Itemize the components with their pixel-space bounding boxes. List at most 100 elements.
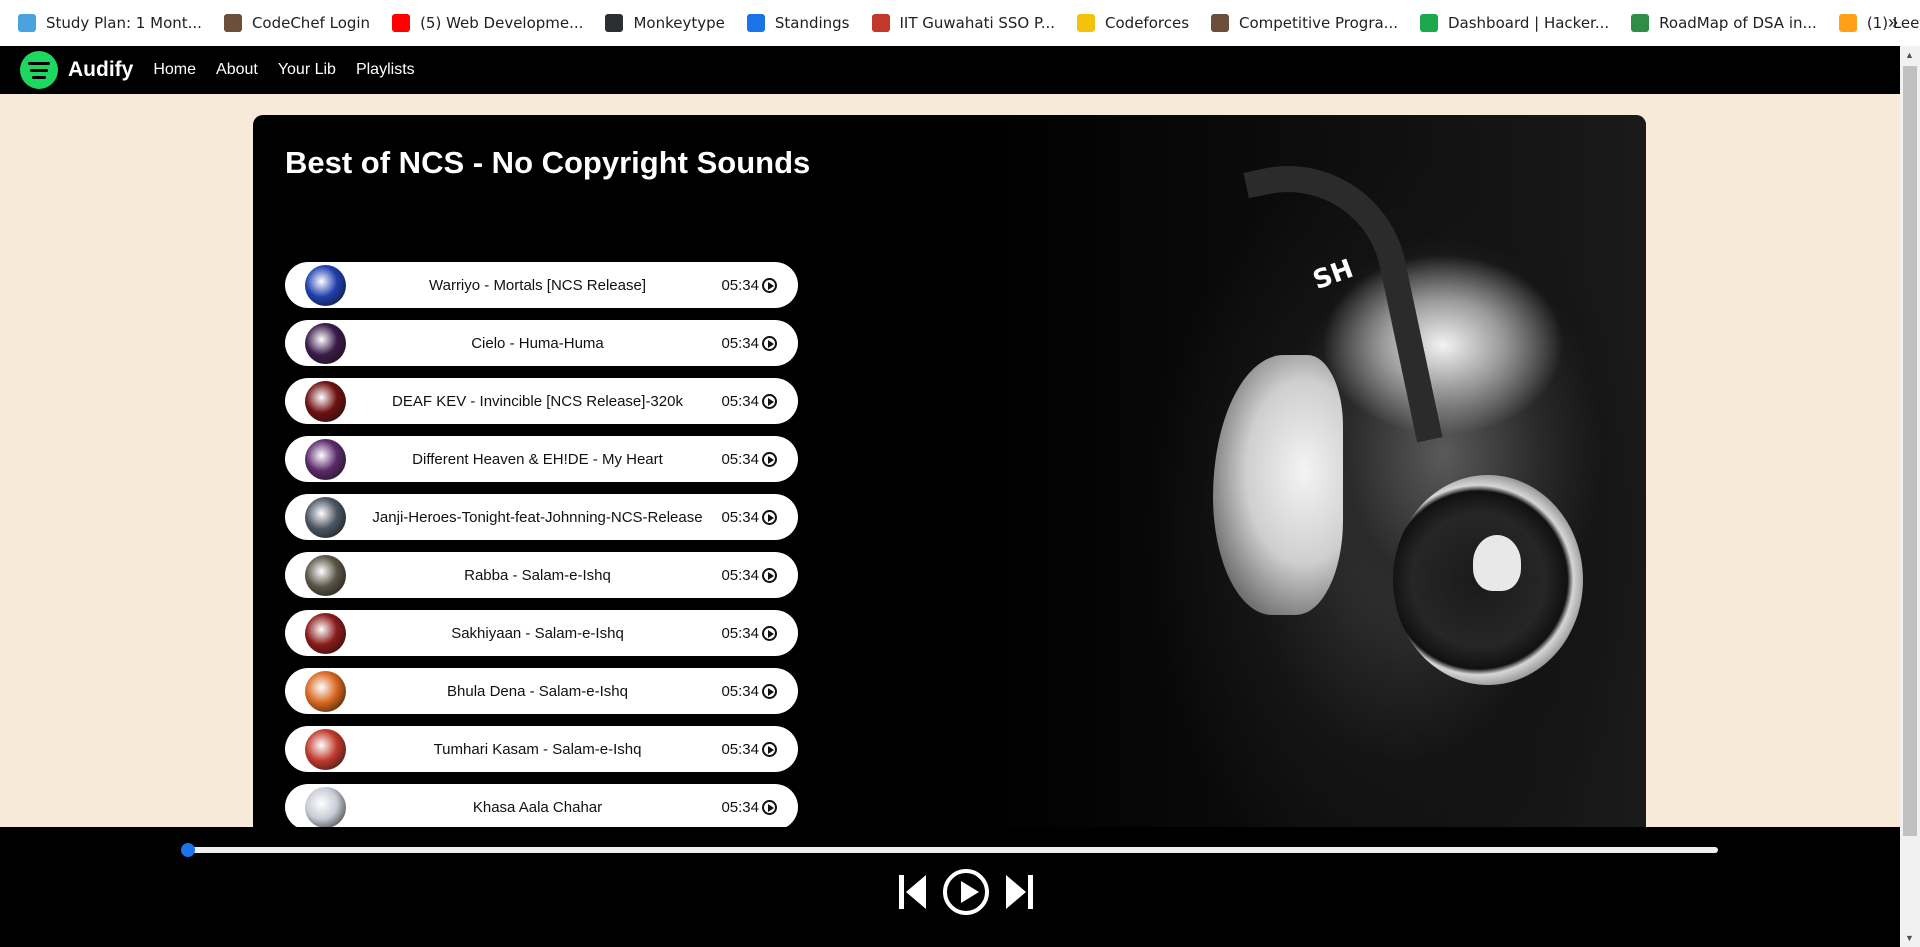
song-duration: 05:34 xyxy=(721,798,759,816)
bookmark-item[interactable]: Codeforces xyxy=(1077,14,1189,32)
bookmark-item[interactable]: RoadMap of DSA in... xyxy=(1631,14,1817,32)
progress-thumb[interactable] xyxy=(181,843,195,857)
bookmarks-bar: Study Plan: 1 Mont... CodeChef Login (5) W… xyxy=(0,0,1920,46)
song-item[interactable]: Janji-Heroes-Tonight-feat-Johnning-NCS-R… xyxy=(285,494,798,540)
song-name: Cielo - Huma-Huma xyxy=(471,334,604,352)
song-cover-image xyxy=(305,729,346,770)
page-scrollbar[interactable]: ▲ ▼ xyxy=(1900,46,1920,947)
hackerrank-icon xyxy=(1419,14,1438,32)
song-name: Tumhari Kasam - Salam-e-Ishq xyxy=(433,740,642,758)
song-item[interactable]: Warriyo - Mortals [NCS Release] 05:34 xyxy=(285,262,798,308)
song-name: Khasa Aala Chahar xyxy=(472,798,603,816)
player-bar xyxy=(0,827,1900,947)
previous-track-icon[interactable] xyxy=(895,869,941,915)
play-circle-icon[interactable] xyxy=(762,394,777,409)
play-circle-icon[interactable] xyxy=(762,626,777,641)
bookmark-item[interactable]: Study Plan: 1 Mont... xyxy=(18,14,202,32)
song-name: Sakhiyaan - Salam-e-Ishq xyxy=(451,624,624,642)
song-name: DEAF KEV - Invincible [NCS Release]-320k xyxy=(392,392,683,410)
play-circle-icon[interactable] xyxy=(762,742,777,757)
scroll-up-arrow-icon[interactable]: ▲ xyxy=(1905,50,1914,60)
bookmark-label: Codeforces xyxy=(1105,14,1190,32)
brand-name[interactable]: Audify xyxy=(68,58,133,82)
song-cover-image xyxy=(305,497,346,538)
song-name: Warriyo - Mortals [NCS Release] xyxy=(429,276,646,294)
youtube-icon xyxy=(392,14,411,32)
song-item[interactable]: Bhula Dena - Salam-e-Ishq 05:34 xyxy=(285,668,798,714)
scroll-thumb[interactable] xyxy=(1903,66,1917,836)
play-button-icon[interactable] xyxy=(943,869,989,915)
standings-icon xyxy=(746,14,765,32)
song-cover-image xyxy=(305,265,346,306)
song-item[interactable]: Tumhari Kasam - Salam-e-Ishq 05:34 xyxy=(285,726,798,772)
bookmark-label: RoadMap of DSA in... xyxy=(1659,14,1817,32)
play-circle-icon[interactable] xyxy=(762,568,777,583)
nav-link-home[interactable]: Home xyxy=(153,61,196,79)
song-item[interactable]: Khasa Aala Chahar 05:34 xyxy=(285,784,798,830)
song-cover-image xyxy=(305,381,346,422)
codechef-icon xyxy=(223,14,242,32)
song-name: Janji-Heroes-Tonight-feat-Johnning-NCS-R… xyxy=(372,508,703,526)
bookmark-item[interactable]: (5) Web Developme... xyxy=(392,14,583,32)
song-item[interactable]: Rabba - Salam-e-Ishq 05:34 xyxy=(285,552,798,598)
bookmark-item[interactable]: Monkeytype xyxy=(605,14,725,32)
nav-link-your-lib[interactable]: Your Lib xyxy=(278,61,336,79)
song-item[interactable]: Sakhiyaan - Salam-e-Ishq 05:34 xyxy=(285,610,798,656)
bookmark-item[interactable]: IIT Guwahati SSO P... xyxy=(871,14,1055,32)
song-item[interactable]: DEAF KEV - Invincible [NCS Release]-320k… xyxy=(285,378,798,424)
progress-slider[interactable] xyxy=(181,843,1718,857)
next-track-icon[interactable] xyxy=(991,869,1037,915)
song-name: Rabba - Salam-e-Ishq xyxy=(464,566,611,584)
leetcode-icon xyxy=(1838,14,1857,32)
bookmark-item[interactable]: CodeChef Login xyxy=(223,14,371,32)
bookmark-label: CodeChef Login xyxy=(251,14,371,32)
song-cover-image xyxy=(305,787,346,828)
codeforces-icon xyxy=(1077,14,1096,32)
hero-image: SH xyxy=(973,115,1646,835)
play-circle-icon[interactable] xyxy=(762,510,777,525)
song-duration: 05:34 xyxy=(721,508,759,526)
bookmark-label: Standings xyxy=(774,14,850,32)
monkeytype-icon xyxy=(605,14,624,32)
bookmark-label: Competitive Progra... xyxy=(1239,14,1398,32)
bookmarks-overflow-button[interactable]: » xyxy=(1888,12,1898,33)
song-cover-image xyxy=(305,555,346,596)
scroll-down-arrow-icon[interactable]: ▼ xyxy=(1905,933,1914,943)
bookmark-item[interactable]: Standings xyxy=(746,14,850,32)
song-name: Different Heaven & EH!DE - My Heart xyxy=(412,450,663,468)
play-circle-icon[interactable] xyxy=(762,336,777,351)
song-duration: 05:34 xyxy=(721,624,759,642)
play-circle-icon[interactable] xyxy=(762,452,777,467)
song-duration: 05:34 xyxy=(721,392,759,410)
play-circle-icon[interactable] xyxy=(762,684,777,699)
song-duration: 05:34 xyxy=(721,566,759,584)
nav-link-about[interactable]: About xyxy=(216,61,258,79)
song-duration: 05:34 xyxy=(721,682,759,700)
song-name: Bhula Dena - Salam-e-Ishq xyxy=(447,682,628,700)
geeksforgeeks-icon xyxy=(1631,14,1650,32)
bookmark-item[interactable]: Dashboard | Hacker... xyxy=(1419,14,1610,32)
song-item[interactable]: Cielo - Huma-Huma 05:34 xyxy=(285,320,798,366)
song-cover-image xyxy=(305,613,346,654)
bookmark-item[interactable]: Competitive Progra... xyxy=(1211,14,1398,32)
playlist-title: Best of NCS - No Copyright Sounds xyxy=(285,145,811,180)
play-circle-icon[interactable] xyxy=(762,800,777,815)
bookmark-item[interactable]: (1) LeetCode - The... xyxy=(1838,14,1920,32)
song-item[interactable]: Different Heaven & EH!DE - My Heart 05:34 xyxy=(285,436,798,482)
play-circle-icon[interactable] xyxy=(762,278,777,293)
skull-logo-icon xyxy=(1473,535,1521,591)
study-plan-icon xyxy=(18,14,36,32)
iitg-icon xyxy=(871,14,890,32)
song-duration: 05:34 xyxy=(721,276,759,294)
song-cover-image xyxy=(305,323,346,364)
bookmark-label: Study Plan: 1 Mont... xyxy=(46,14,202,32)
nav-link-playlists[interactable]: Playlists xyxy=(356,61,415,79)
song-duration: 05:34 xyxy=(721,334,759,352)
bookmark-label: Dashboard | Hacker... xyxy=(1447,14,1610,32)
spotify-logo-icon[interactable] xyxy=(20,51,58,89)
player-controls xyxy=(895,869,1037,915)
song-cover-image xyxy=(305,671,346,712)
playlist-card: SH Best of NCS - No Copyright Sounds War… xyxy=(253,115,1646,835)
navbar: Audify Home About Your Lib Playlists xyxy=(0,46,1900,94)
bookmark-label: Monkeytype xyxy=(633,14,725,32)
